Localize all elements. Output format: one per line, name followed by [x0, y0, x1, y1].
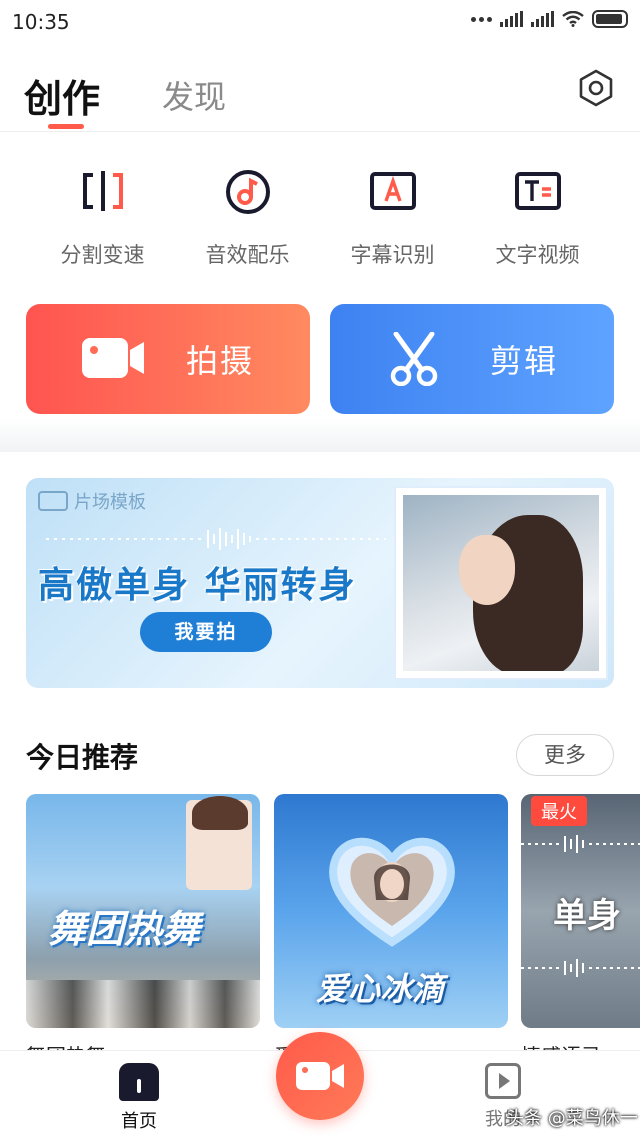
template-card[interactable]: 最火 单身: [521, 794, 640, 1028]
status-time: 10:35: [12, 10, 70, 34]
card-art-text: 爱心冰滴: [316, 970, 445, 1008]
battery-icon: [592, 10, 628, 28]
play-box-icon: [485, 1063, 521, 1099]
home-icon: [119, 1063, 159, 1101]
status-bar: 10:35: [0, 0, 640, 44]
waveform-decoration: [521, 835, 640, 853]
recommend-title: 今日推荐: [26, 741, 139, 774]
scissors-icon: [390, 332, 438, 386]
top-tab-bar: 创作 发现: [0, 60, 640, 132]
tool-label: 分割变速: [60, 243, 145, 267]
tool-label: 字幕识别: [350, 243, 435, 267]
record-button[interactable]: [276, 1032, 364, 1120]
shoot-button[interactable]: 拍摄: [26, 304, 310, 414]
card-art-text: 单身: [553, 896, 621, 936]
signal-icon-2: [531, 11, 554, 27]
more-button[interactable]: 更多: [516, 734, 614, 776]
tool-text-video[interactable]: 文字视频: [465, 165, 610, 275]
nav-home[interactable]: 首页: [110, 1063, 168, 1133]
subtitle-icon: [369, 172, 416, 210]
status-icons: [471, 10, 628, 28]
text-video-icon: [514, 172, 561, 210]
shoot-label: 拍摄: [186, 342, 255, 380]
card-art-text: 舞团热舞: [48, 906, 201, 951]
tab-create[interactable]: 创作: [24, 68, 100, 123]
settings-hexagon-icon[interactable]: [576, 68, 616, 108]
music-icon: [225, 170, 270, 214]
more-dots-icon: [471, 16, 492, 22]
video-camera-icon: [296, 1062, 344, 1090]
edit-button[interactable]: 剪辑: [330, 304, 614, 414]
tool-row: 分割变速 音效配乐 字幕识别 文字视频: [0, 165, 640, 275]
nav-home-label: 首页: [121, 1111, 157, 1132]
tab-discover[interactable]: 发现: [162, 72, 226, 118]
template-card[interactable]: 舞团热舞: [26, 794, 260, 1028]
waveform-decoration: [521, 959, 640, 977]
card-photo-hair-top: [192, 796, 248, 830]
banner-photo: [396, 488, 606, 678]
hot-badge: 最火: [531, 796, 587, 826]
tool-music[interactable]: 音效配乐: [175, 165, 320, 275]
banner-title: 高傲单身 华丽转身: [38, 565, 357, 606]
tool-label: 音效配乐: [205, 243, 290, 267]
signal-icon: [500, 11, 523, 27]
template-icon: [38, 491, 68, 511]
card-photo-group: [26, 980, 260, 1028]
template-banner[interactable]: 片场模板 高傲单身 华丽转身 我要拍: [26, 478, 614, 688]
template-card[interactable]: 爱心冰滴: [274, 794, 508, 1028]
banner-shoot-button[interactable]: 我要拍: [140, 612, 272, 652]
waveform-decoration: [46, 528, 386, 550]
video-camera-icon: [82, 338, 144, 378]
tool-label: 文字视频: [495, 243, 580, 267]
wifi-icon: [562, 11, 584, 27]
photo-face: [459, 535, 515, 605]
tab-active-indicator: [48, 124, 84, 129]
banner-tag-label: 片场模板: [74, 492, 146, 513]
tool-subtitle[interactable]: 字幕识别: [320, 165, 465, 275]
tool-split-speed[interactable]: 分割变速: [30, 165, 175, 275]
ice-heart-icon: [329, 837, 455, 947]
section-divider: [0, 418, 640, 452]
split-speed-icon: [82, 171, 123, 211]
banner-tag: 片场模板: [38, 488, 146, 514]
edit-label: 剪辑: [490, 342, 559, 380]
watermark: 头条 @菜鸟休一: [506, 1108, 638, 1129]
